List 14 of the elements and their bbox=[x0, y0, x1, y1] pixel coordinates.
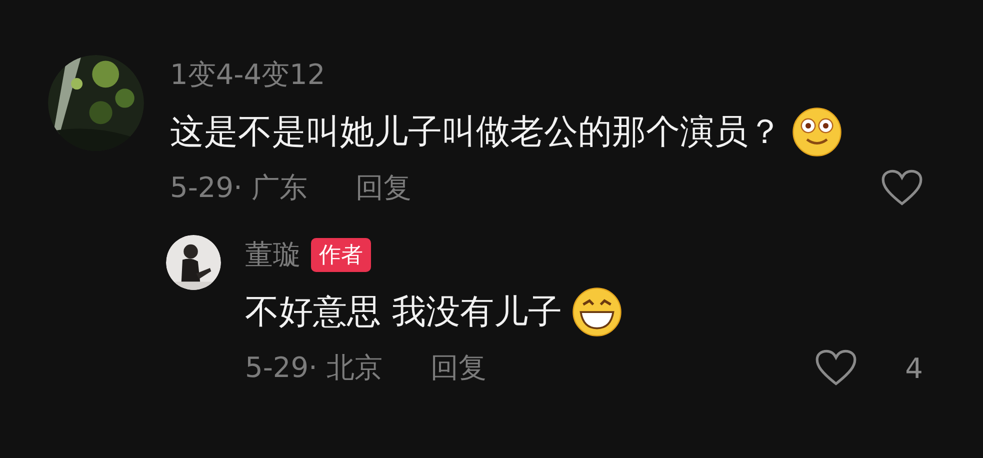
username[interactable]: 1变4-4变12 bbox=[170, 55, 326, 95]
like-count: 4 bbox=[905, 352, 923, 384]
reply-link[interactable]: 回复 bbox=[430, 349, 486, 387]
smiley-emoji-icon bbox=[792, 107, 842, 157]
comment-text: 这是不是叫她儿子叫做老公的那个演员？ bbox=[170, 111, 782, 154]
grin-emoji-icon bbox=[572, 287, 622, 337]
author-badge: 作者 bbox=[311, 238, 371, 272]
comment-date-location: 5-29· 广东 bbox=[170, 170, 308, 206]
heart-icon[interactable] bbox=[815, 349, 858, 387]
comment-date-location: 5-29· 北京 bbox=[245, 350, 382, 386]
username[interactable]: 董璇 bbox=[245, 235, 301, 275]
heart-icon[interactable] bbox=[881, 169, 923, 207]
comment-text: 不好意思 我没有儿子 bbox=[245, 291, 562, 334]
reply-link[interactable]: 回复 bbox=[355, 169, 412, 207]
